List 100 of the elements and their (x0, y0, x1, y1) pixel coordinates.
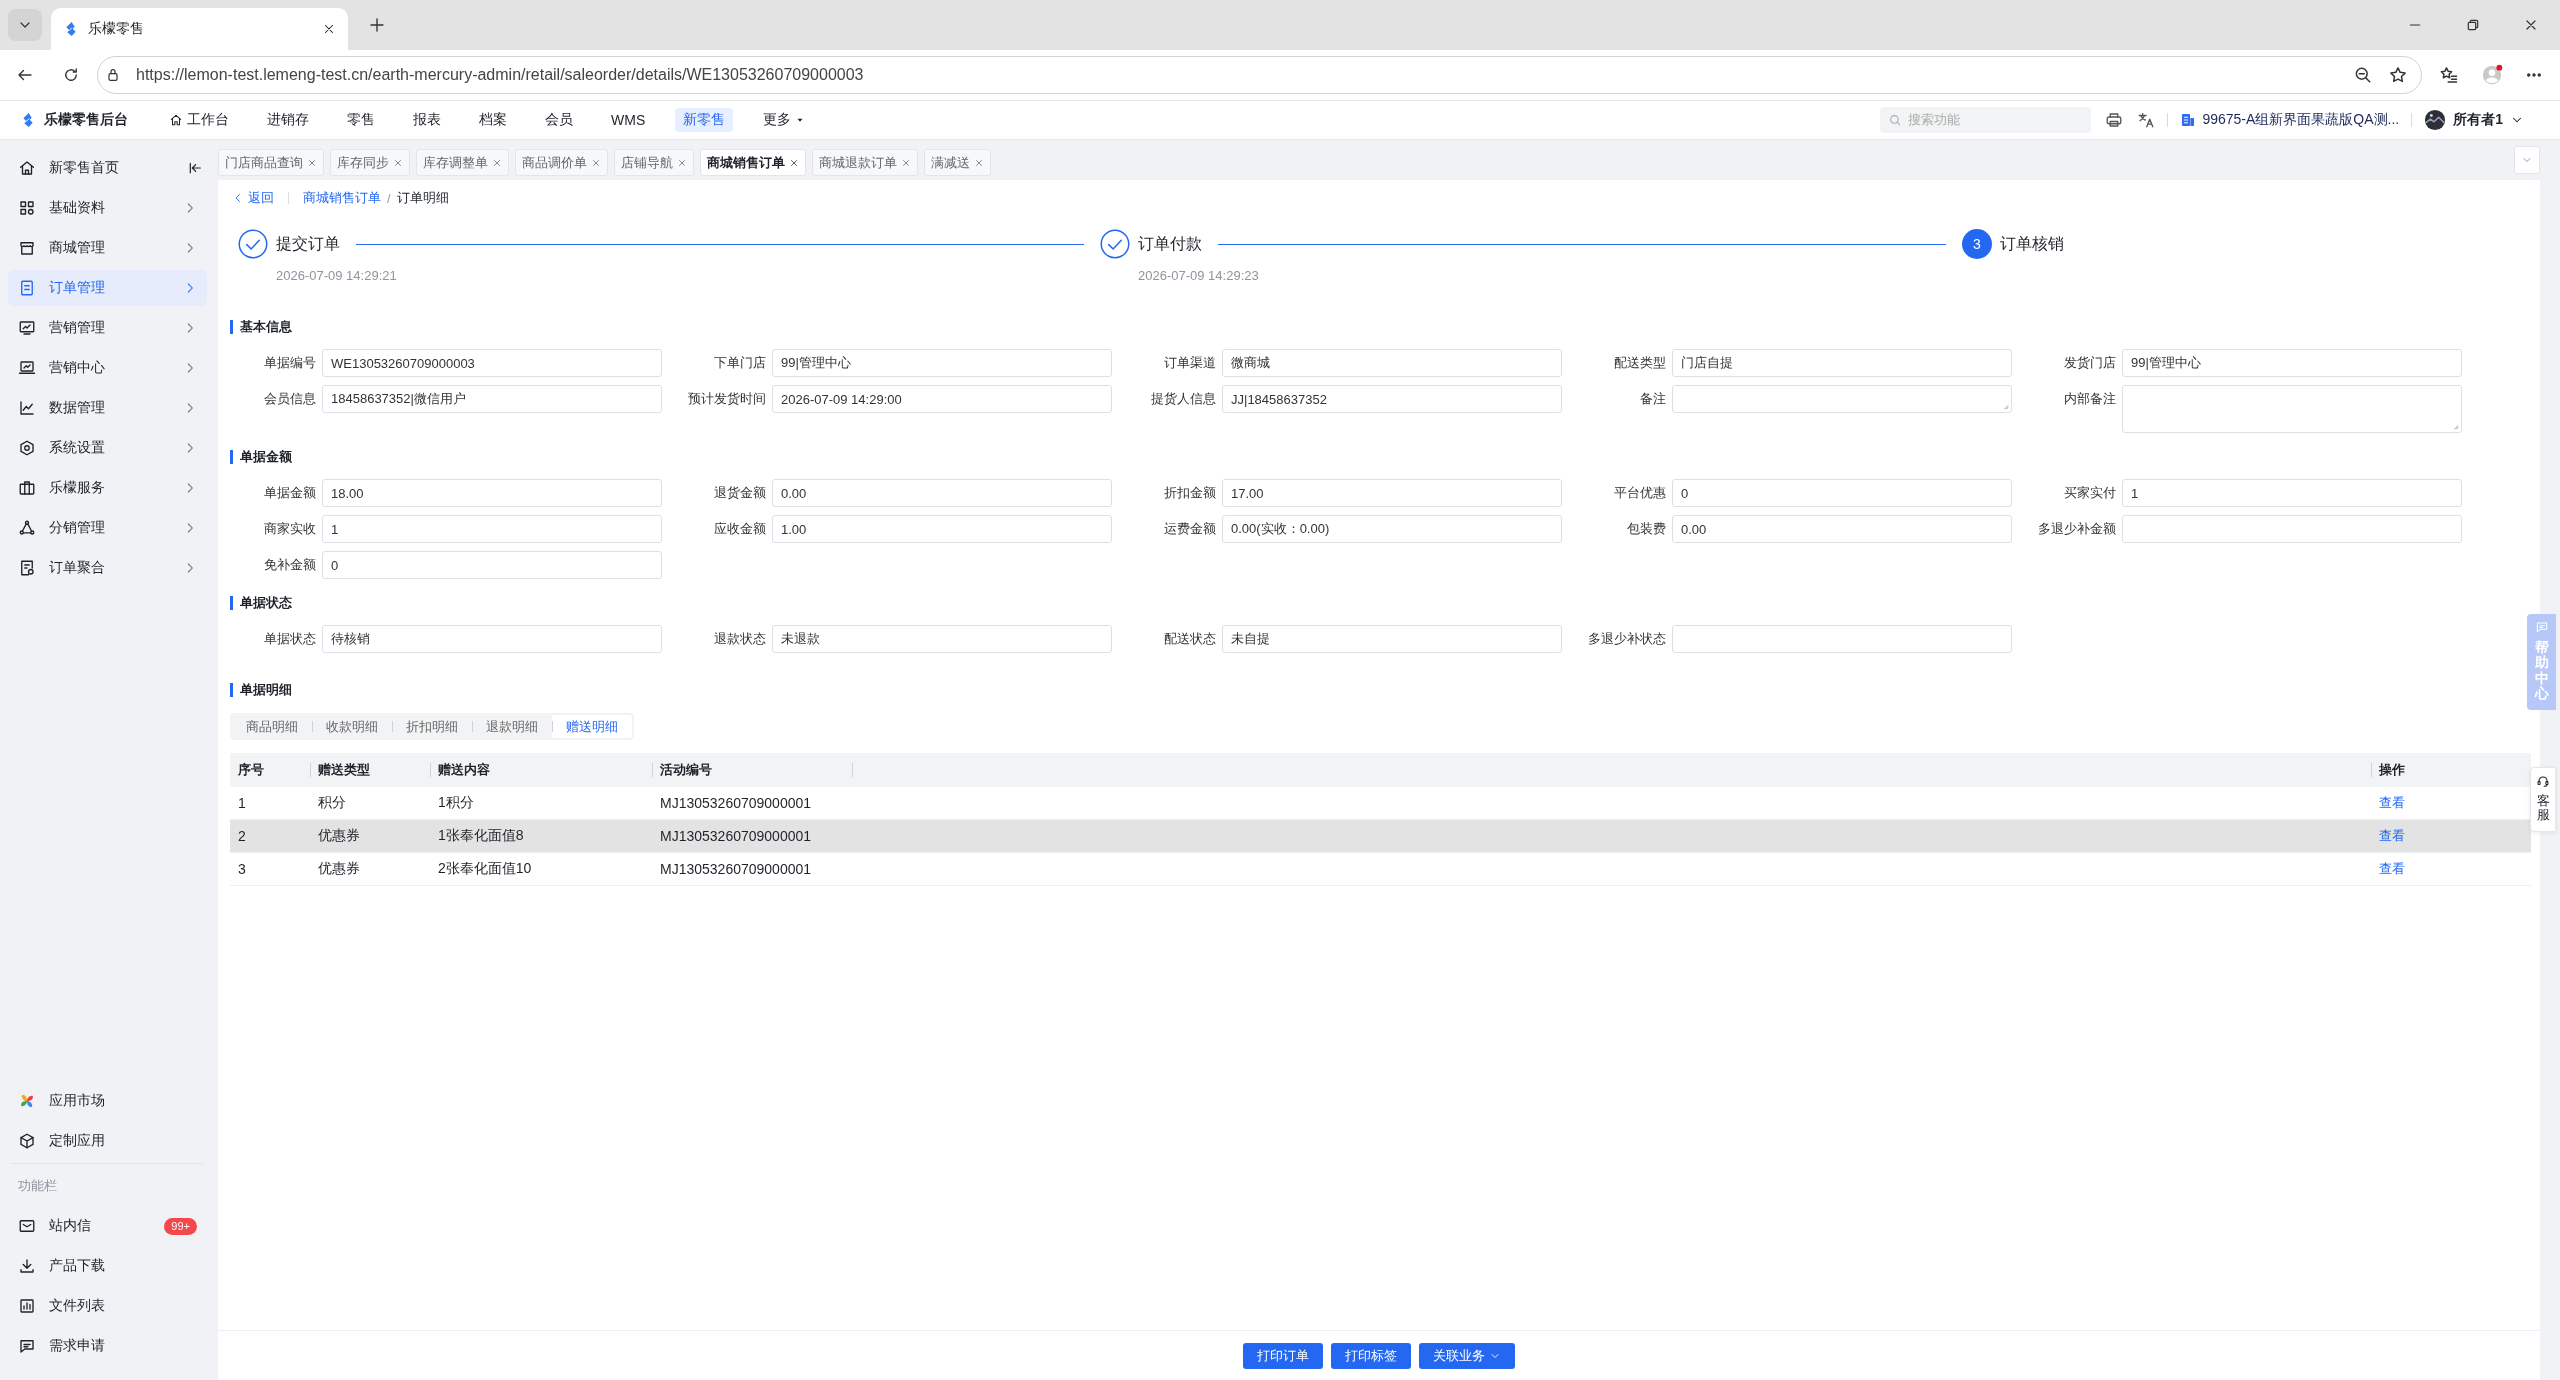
sidebar-item[interactable]: 数据管理 (8, 390, 207, 426)
page-tab[interactable]: 门店商品查询 (218, 149, 324, 176)
dropdown-button[interactable]: 关联业务 (1419, 1342, 1515, 1369)
input-field[interactable]: 18458637352|微信用户 (322, 385, 662, 413)
sidebar-item[interactable]: 分销管理 (8, 510, 207, 546)
nav-item[interactable]: 档案 (471, 108, 515, 132)
nav-item[interactable]: 更多 (755, 108, 814, 132)
sidebar-item[interactable]: 应用市场 (8, 1083, 207, 1119)
search-icon (1888, 113, 1903, 127)
input-field[interactable]: 未自提 (1222, 625, 1562, 653)
input-field[interactable]: WE13053260709000003 (322, 349, 662, 377)
input-field[interactable]: JJ|18458637352 (1222, 385, 1562, 413)
nav-item[interactable]: 新零售 (675, 108, 734, 132)
sidebar-item[interactable]: 站内信 99+ (8, 1208, 207, 1244)
sidebar-item[interactable]: 营销管理 (8, 310, 207, 346)
sidebar-item[interactable]: 需求申请 (8, 1328, 207, 1364)
table-cell-text: 优惠券 (317, 860, 361, 878)
reload-icon[interactable] (62, 66, 80, 84)
store-switcher[interactable]: 99675-A组新界面果蔬版QA测... (2180, 111, 2400, 129)
textarea-field[interactable] (2122, 385, 2462, 433)
input-field[interactable]: 17.00 (1222, 479, 1562, 507)
nav-item[interactable]: 工作台 (161, 108, 237, 132)
sidebar-item[interactable]: 商城管理 (8, 230, 207, 266)
input-field[interactable]: 0.00 (772, 479, 1112, 507)
user-menu[interactable]: 所有者1 (2424, 109, 2524, 131)
star-icon[interactable] (2388, 65, 2408, 85)
input-field[interactable]: 2026-07-09 14:29:00 (772, 385, 1112, 413)
back-link[interactable]: 返回 (232, 189, 274, 207)
page-tab[interactable]: 商城退款订单 (812, 149, 918, 176)
input-field[interactable]: 0 (1672, 479, 2012, 507)
restore-icon[interactable] (2465, 17, 2481, 33)
input-field[interactable]: 99|管理中心 (2122, 349, 2462, 377)
sidebar-item[interactable]: 系统设置 (8, 430, 207, 466)
customer-service-button[interactable]: 客服 (2530, 767, 2556, 832)
view-link[interactable]: 查看 (2379, 861, 2405, 876)
view-link[interactable]: 查看 (2379, 795, 2405, 810)
sidebar-item[interactable]: 基础资料 (8, 190, 207, 226)
detail-tab[interactable]: 商品明细 (232, 715, 312, 738)
page-tab[interactable]: 商品调价单 (515, 149, 608, 176)
close-icon[interactable] (789, 157, 799, 168)
input-field[interactable]: 门店自提 (1672, 349, 2012, 377)
field-label: 退货金额 (714, 484, 766, 502)
detail-tab[interactable]: 退款明细 (472, 715, 552, 738)
pinwheel-icon (18, 1092, 36, 1110)
sidebar-item[interactable]: 订单聚合 (8, 550, 207, 586)
nav-item[interactable]: WMS (603, 109, 654, 131)
input-field[interactable] (1672, 625, 2012, 653)
sidebar-item[interactable]: 乐檬服务 (8, 470, 207, 506)
plus-icon[interactable] (368, 16, 386, 34)
input-field[interactable] (2122, 515, 2462, 543)
input-field[interactable]: 未退款 (772, 625, 1112, 653)
page-tab[interactable]: 店铺导航 (614, 149, 694, 176)
nav-item[interactable]: 零售 (339, 108, 383, 132)
input-field[interactable]: 1 (322, 515, 662, 543)
breadcrumb-separator: / (387, 190, 391, 206)
field-label: 会员信息 (264, 390, 316, 408)
translate-icon[interactable] (2137, 111, 2156, 129)
printer-icon[interactable] (2105, 111, 2124, 129)
page-tab[interactable]: 商城销售订单 (700, 149, 806, 176)
input-field[interactable]: 0.00 (1672, 515, 2012, 543)
action-button[interactable]: 打印标签 (1331, 1342, 1411, 1369)
field-label: 发货门店 (2064, 354, 2116, 372)
nav-item[interactable]: 报表 (405, 108, 449, 132)
input-field[interactable]: 18.00 (322, 479, 662, 507)
input-field[interactable]: 微商城 (1222, 349, 1562, 377)
detail-tab[interactable]: 赠送明细 (552, 715, 632, 738)
browser-tab[interactable]: 乐檬零售 (51, 8, 348, 50)
input-field[interactable]: 0 (322, 551, 662, 579)
settings-icon (18, 439, 36, 457)
input-field[interactable]: 1 (2122, 479, 2462, 507)
nav-item[interactable]: 进销存 (259, 108, 317, 132)
action-button[interactable]: 打印订单 (1243, 1342, 1323, 1369)
field-label: 应收金额 (714, 520, 766, 538)
textarea-field[interactable] (1672, 385, 2012, 413)
page-tab[interactable]: 满减送 (924, 149, 991, 176)
sidebar-item[interactable]: 新零售首页 (8, 150, 187, 186)
favorites-icon[interactable] (2439, 65, 2459, 85)
input-field[interactable]: 99|管理中心 (772, 349, 1112, 377)
nav-item[interactable]: 会员 (537, 108, 581, 132)
breadcrumb-link[interactable]: 商城销售订单 (303, 189, 381, 207)
sidebar-item[interactable]: 营销中心 (8, 350, 207, 386)
zoom-out-icon[interactable] (2353, 65, 2373, 85)
close-icon[interactable] (322, 22, 336, 36)
sidebar-item[interactable]: 订单管理 (8, 270, 207, 306)
input-field[interactable]: 待核销 (322, 625, 662, 653)
sidebar-item[interactable]: 定制应用 (8, 1123, 207, 1159)
tab-list-button[interactable] (8, 9, 42, 41)
profile-icon[interactable] (2481, 64, 2503, 86)
page-tab[interactable]: 库存同步 (330, 149, 410, 176)
sidebar-item[interactable]: 文件列表 (8, 1288, 207, 1324)
detail-tab[interactable]: 收款明细 (312, 715, 392, 738)
column-header: 赠送内容 (438, 761, 490, 779)
detail-tab[interactable]: 折扣明细 (392, 715, 472, 738)
view-link[interactable]: 查看 (2379, 828, 2405, 843)
collapse-icon[interactable] (187, 160, 203, 176)
page-tab[interactable]: 库存调整单 (416, 149, 509, 176)
mail-icon (18, 1217, 36, 1235)
input-field[interactable]: 0.00(实收：0.00) (1222, 515, 1562, 543)
sidebar-item[interactable]: 产品下载 (8, 1248, 207, 1284)
input-field[interactable]: 1.00 (772, 515, 1112, 543)
